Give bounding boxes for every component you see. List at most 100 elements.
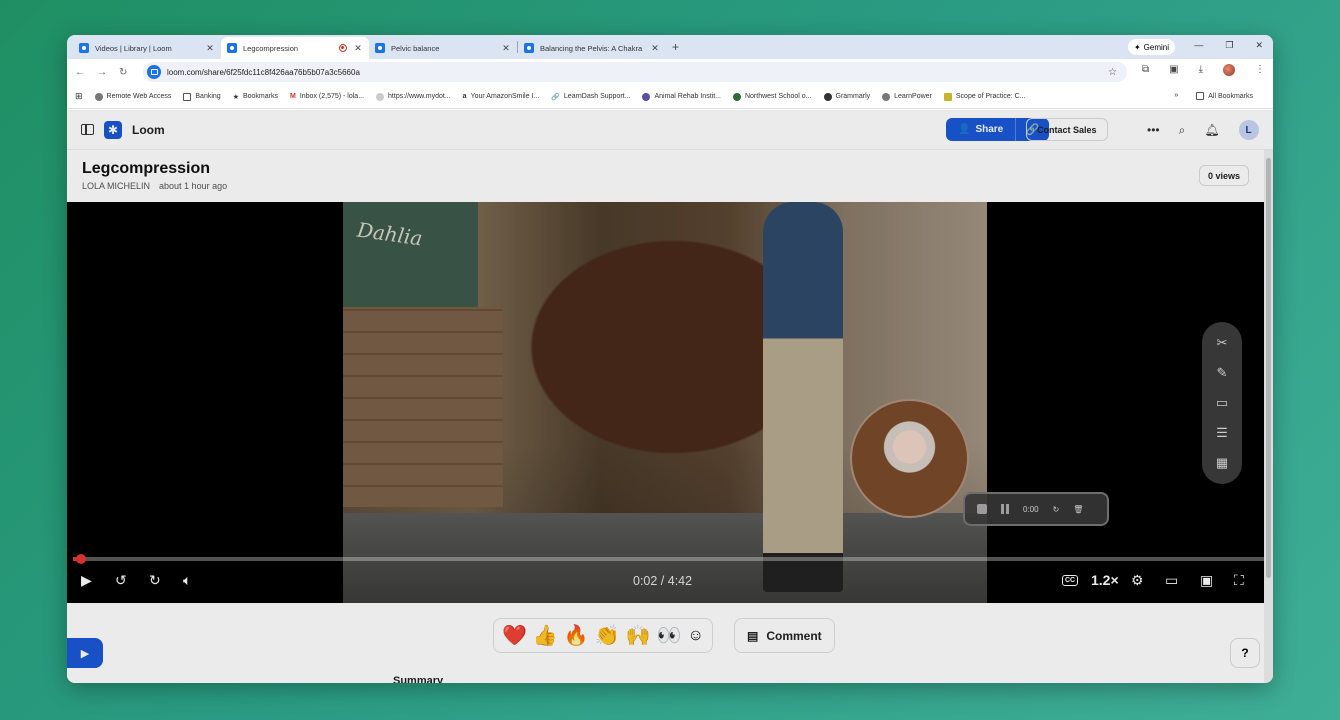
bookmark-learnpower[interactable]: LearnPower [882, 92, 932, 101]
progress-bar[interactable] [73, 554, 1264, 564]
more-options-icon[interactable]: ••• [1147, 123, 1160, 137]
download-icon[interactable]: ⤓ [1199, 64, 1203, 76]
globe-icon [94, 92, 103, 101]
reload-icon[interactable]: ↻ [119, 67, 127, 78]
tab-balancing-pelvis[interactable]: Balancing the Pelvis: A Chakra ✕ [518, 37, 666, 59]
reactions-bar: ❤️ 👍 🔥 👏 🙌 👀 ☺︎ [493, 618, 713, 653]
gemini-button[interactable]: ✦ Gemini [1127, 39, 1175, 55]
analytics-icon[interactable]: ▦ [1216, 455, 1228, 471]
address-bar[interactable]: loom.com/share/6f25fdc11c8f426aa76b5b07a… [143, 62, 1127, 82]
person [763, 202, 843, 592]
browser-toolbar: ← → ↻ loom.com/share/6f25fdc11c8f426aa76… [67, 59, 1273, 85]
edit-pen-icon[interactable]: ✎ [1217, 365, 1228, 381]
time-display: 0:02 / 4:42 [633, 574, 693, 588]
upload-time: about 1 hour ago [159, 181, 228, 191]
scroll-thumb[interactable] [1266, 158, 1271, 578]
reaction-fire[interactable]: 🔥 [564, 623, 589, 648]
share-label: Share [975, 124, 1004, 135]
scissors-icon[interactable]: ✂ [1217, 335, 1228, 351]
camera-bubble[interactable] [850, 399, 969, 518]
bookmark-animal-rehab[interactable]: Animal Rehab Instit... [642, 92, 721, 101]
captions-button[interactable]: CC [1062, 575, 1079, 586]
site-info-icon[interactable] [147, 65, 161, 79]
bookmark-banking[interactable]: Banking [183, 92, 221, 101]
apps-grid-icon[interactable]: ⊞ [75, 91, 83, 102]
tab-legcompression[interactable]: Legcompression ✕ [221, 37, 369, 59]
fullscreen-icon[interactable]: ⛶ [1234, 572, 1244, 589]
menu-kebab-icon[interactable]: ⋮ [1255, 64, 1265, 76]
chapters-icon[interactable]: ☰ [1216, 425, 1228, 441]
user-avatar[interactable]: L [1238, 120, 1259, 140]
side-toolbar: ✂ ✎ ▭ ☰ ▦ [1202, 322, 1242, 484]
help-button[interactable]: ? [1230, 638, 1260, 668]
back-icon[interactable]: ← [75, 67, 85, 78]
video-player[interactable]: Dahlia 0:00 ↻ 🗑︎ ✂ ✎ ▭ ☰ ▦ ▶ ↺ ↻ 🔈︎ 0:02… [67, 202, 1264, 603]
reaction-eyes[interactable]: 👀 [657, 623, 682, 648]
minimize-icon[interactable]: — [1194, 40, 1203, 51]
close-tab-icon[interactable]: ✕ [501, 43, 511, 54]
extensions-icon[interactable]: ⧉ [1142, 64, 1149, 76]
all-bookmarks-button[interactable]: All Bookmarks [1196, 92, 1253, 100]
contact-sales-button[interactable]: Contact Sales [1026, 118, 1108, 141]
settings-gear-icon[interactable]: ⚙ [1131, 572, 1144, 589]
speed-button[interactable]: 1.2× [1091, 572, 1119, 588]
sidebar-toggle-icon[interactable] [81, 124, 94, 135]
author-name[interactable]: LOLA MICHELIN [82, 181, 150, 191]
bookmark-inbox[interactable]: M Inbox (2,575) - lola... [290, 93, 364, 100]
bookmark-amazonsmile[interactable]: a Your AmazonSmile I... [463, 93, 540, 100]
loom-favicon-icon [227, 43, 237, 53]
close-tab-icon[interactable]: ✕ [650, 43, 660, 54]
close-tab-icon[interactable]: ✕ [353, 43, 363, 54]
add-reaction-icon[interactable]: ☺︎ [687, 627, 703, 645]
bell-icon[interactable]: 🔔︎ [1204, 123, 1219, 137]
reaction-raised-hands[interactable]: 🙌 [626, 623, 651, 648]
tab-title: Balancing the Pelvis: A Chakra [540, 43, 643, 53]
bookmark-star-icon[interactable]: ☆ [1108, 67, 1117, 78]
profile-avatar[interactable] [1223, 64, 1235, 76]
page-icon [376, 92, 385, 101]
restart-icon[interactable]: ↻ [1053, 505, 1060, 514]
close-window-icon[interactable]: ✕ [1255, 40, 1263, 51]
restore-icon[interactable]: ❐ [1225, 40, 1233, 51]
comment-button[interactable]: ▤ Comment [734, 618, 835, 653]
tab-loom-library[interactable]: Videos | Library | Loom ✕ [73, 37, 221, 59]
search-icon[interactable]: ⌕ [1179, 123, 1186, 138]
page-scrollbar[interactable] [1264, 150, 1273, 683]
reaction-thumbs-up[interactable]: 👍 [533, 623, 558, 648]
comment-icon[interactable]: ▭ [1216, 395, 1228, 411]
bookmark-remote-web-access[interactable]: Remote Web Access [94, 92, 172, 101]
forward-icon[interactable]: → [97, 67, 107, 78]
tab-pelvic-balance[interactable]: Pelvic balance ✕ [369, 37, 517, 59]
bookmark-scope-of-practice[interactable]: Scope of Practice: C... [943, 92, 1026, 101]
reaction-heart[interactable]: ❤️ [502, 623, 527, 648]
play-icon[interactable]: ▶ [81, 572, 92, 589]
theater-mode-icon[interactable]: ▭ [1165, 572, 1178, 589]
views-badge[interactable]: 0 views [1198, 165, 1249, 186]
reaction-clap[interactable]: 👏 [595, 623, 620, 648]
bookmark-mydot[interactable]: https://www.mydot... [376, 92, 451, 101]
video-title[interactable]: Legcompression [82, 160, 210, 178]
trash-icon[interactable]: 🗑︎ [1073, 505, 1083, 514]
volume-icon[interactable]: 🔈︎ [183, 572, 191, 589]
picture-in-picture-icon[interactable]: ▣ [1200, 572, 1213, 589]
chevron-double-right-icon[interactable]: » [1174, 92, 1178, 100]
loom-logo-icon[interactable]: ✱ [104, 120, 122, 139]
bookmark-learndash[interactable]: 🔗 LearnDash Support... [551, 93, 630, 101]
cast-icon[interactable]: ▣ [1169, 64, 1178, 76]
toolbar-actions: ⧉ ▣ ⤓ ⋮ [1142, 64, 1265, 76]
share-button[interactable]: 👤 Share [946, 118, 1017, 141]
bookmark-bookmarks[interactable]: ★ Bookmarks [233, 93, 278, 101]
new-tab-icon[interactable]: + [672, 40, 679, 54]
bookmark-northwest-school[interactable]: Northwest School o... [732, 92, 812, 101]
forward-icon[interactable]: ↻ [149, 572, 161, 589]
bookmark-label: Remote Web Access [106, 93, 172, 100]
pause-icon[interactable] [1001, 504, 1009, 514]
progress-handle[interactable] [76, 554, 87, 564]
tab-title: Legcompression [243, 43, 299, 53]
rewind-icon[interactable]: ↺ [115, 572, 127, 589]
bookmark-grammarly[interactable]: Grammarly [823, 92, 870, 101]
stop-icon[interactable] [977, 504, 987, 514]
record-button[interactable]: ▶ [67, 638, 103, 668]
window-controls: — ❐ ✕ [1194, 40, 1263, 51]
close-tab-icon[interactable]: ✕ [205, 43, 215, 54]
